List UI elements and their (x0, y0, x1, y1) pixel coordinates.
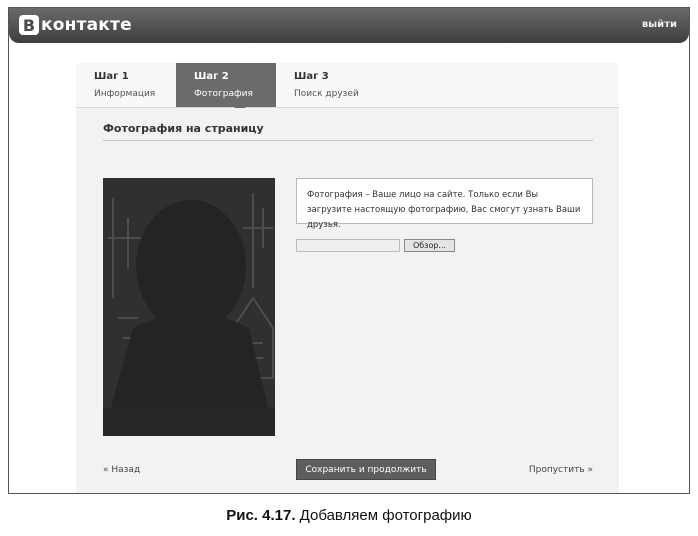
back-link[interactable]: « Назад (103, 465, 140, 475)
save-and-continue-button[interactable]: Сохранить и продолжить (296, 459, 436, 480)
step-3-tab[interactable]: Шаг 3 Поиск друзей (276, 63, 396, 107)
figure-caption-number: Рис. 4.17. (226, 507, 296, 524)
logo-letter-icon: В (19, 15, 39, 35)
top-bar: В контакте выйти (9, 8, 689, 43)
profile-photo (103, 178, 275, 436)
site-logo[interactable]: В контакте (19, 15, 132, 35)
step-2-subtitle: Фотография (194, 89, 253, 99)
photo-info-box: Фотография – Ваше лицо на сайте. Только … (296, 178, 593, 230)
steps-bar: Шаг 1 Информация Шаг 2 Фотография Шаг 3 … (76, 63, 619, 108)
step-3-title: Шаг 3 (294, 71, 329, 82)
file-path-input[interactable] (296, 239, 400, 252)
silhouette-photo-icon (103, 178, 275, 436)
registration-panel: Шаг 1 Информация Шаг 2 Фотография Шаг 3 … (76, 63, 619, 493)
step-1-tab[interactable]: Шаг 1 Информация (76, 63, 176, 107)
step-2-title: Шаг 2 (194, 71, 229, 82)
step-1-subtitle: Информация (94, 89, 156, 99)
step-3-subtitle: Поиск друзей (294, 89, 359, 99)
figure-caption: Рис. 4.17. Добавляем фотографию (0, 507, 698, 524)
step-1-title: Шаг 1 (94, 71, 129, 82)
step-2-tab[interactable]: Шаг 2 Фотография (176, 63, 276, 107)
figure-caption-text: Добавляем фотографию (299, 507, 472, 524)
skip-link[interactable]: Пропустить » (529, 465, 593, 475)
logo-text: контакте (41, 15, 132, 35)
step-content: Фотография на страницу Фотография – Ваше… (76, 108, 619, 493)
browse-button[interactable]: Обзор... (404, 239, 455, 252)
browser-frame: В контакте выйти Шаг 1 Информация Шаг 2 … (8, 7, 690, 494)
section-title: Фотография на страницу (103, 122, 593, 141)
logout-link[interactable]: выйти (642, 19, 677, 30)
